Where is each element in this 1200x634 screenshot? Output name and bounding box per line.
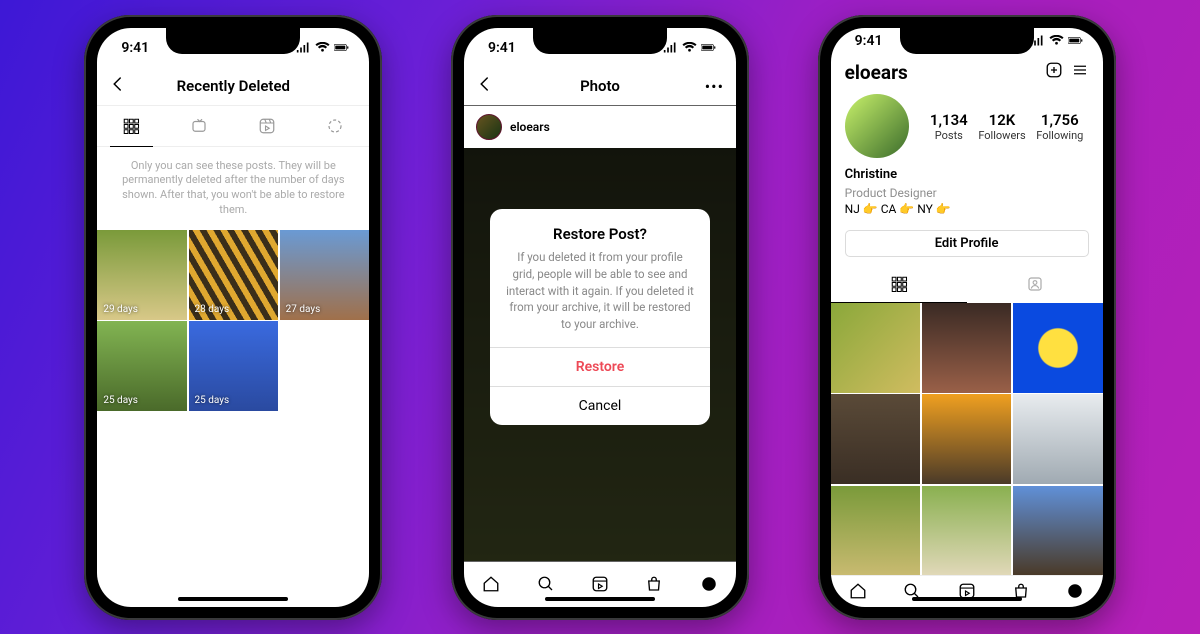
- post-thumb[interactable]: [922, 486, 1012, 576]
- dialog-title: Restore Post?: [490, 209, 710, 249]
- bio-title: Product Designer: [845, 185, 1089, 202]
- battery-icon: [1068, 35, 1083, 46]
- deleted-thumb[interactable]: 28 days: [189, 230, 279, 320]
- status-time: 9:41: [121, 40, 149, 56]
- stat-following[interactable]: 1,756Following: [1036, 111, 1083, 142]
- tab-shop[interactable]: [994, 576, 1048, 606]
- deleted-thumb[interactable]: 27 days: [280, 230, 370, 320]
- restore-button[interactable]: Restore: [490, 347, 710, 386]
- profile-stats-row: 1,134Posts 12KFollowers 1,756Following: [831, 88, 1103, 166]
- menu-button[interactable]: [1071, 60, 1089, 84]
- screen: 9:41 Photo ••• eloears: [464, 28, 736, 607]
- days-remaining: 29 days: [103, 304, 138, 315]
- home-indicator[interactable]: [178, 597, 288, 601]
- profile-avatar[interactable]: [845, 94, 909, 158]
- profile-bio: Christine Product Designer NJ 👉 CA 👉 NY …: [831, 166, 1103, 226]
- days-remaining: 27 days: [286, 304, 321, 315]
- back-button[interactable]: [109, 74, 127, 98]
- post-thumb[interactable]: [1013, 303, 1103, 393]
- notch: [533, 28, 667, 54]
- tab-grid[interactable]: [97, 106, 165, 146]
- notch: [166, 28, 300, 54]
- stats: 1,134Posts 12KFollowers 1,756Following: [925, 111, 1089, 142]
- tab-tagged[interactable]: [967, 265, 1103, 303]
- screen: 9:41 eloears 1,134Posts 12KFollowers 1,7…: [831, 28, 1103, 607]
- info-text: Only you can see these posts. They will …: [97, 147, 369, 230]
- post-thumb[interactable]: [831, 303, 921, 393]
- deleted-thumb[interactable]: 29 days: [97, 230, 187, 320]
- wifi-icon: [315, 42, 330, 53]
- phone-profile: 9:41 eloears 1,134Posts 12KFollowers 1,7…: [818, 15, 1116, 620]
- nav-bar: Recently Deleted: [97, 68, 369, 106]
- notch: [900, 28, 1034, 54]
- tab-stories[interactable]: [301, 106, 369, 146]
- phone-recently-deleted: 9:41 Recently Deleted Only you can see t…: [84, 15, 382, 620]
- deleted-thumb[interactable]: 25 days: [189, 321, 279, 411]
- bio-name: Christine: [845, 166, 1089, 184]
- new-post-button[interactable]: [1045, 60, 1063, 84]
- wifi-icon: [1049, 35, 1064, 46]
- deleted-grid: 29 days 28 days 27 days 25 days 25 days: [97, 230, 369, 411]
- stat-posts[interactable]: 1,134Posts: [930, 111, 968, 142]
- cancel-button[interactable]: Cancel: [490, 386, 710, 425]
- profile-username[interactable]: eloears: [845, 61, 1037, 84]
- dialog-body: If you deleted it from your profile grid…: [490, 249, 710, 346]
- days-remaining: 25 days: [103, 395, 138, 406]
- post-thumb[interactable]: [1013, 394, 1103, 484]
- tab-home[interactable]: [831, 576, 885, 606]
- tab-search[interactable]: [885, 576, 939, 606]
- screen: 9:41 Recently Deleted Only you can see t…: [97, 28, 369, 607]
- battery-icon: [334, 42, 349, 53]
- stat-followers[interactable]: 12KFollowers: [978, 111, 1025, 142]
- bio-location: NJ 👉 CA 👉 NY 👉: [845, 201, 1089, 218]
- tab-igtv[interactable]: [165, 106, 233, 146]
- nav-title: Recently Deleted: [177, 77, 290, 95]
- status-indicators: [296, 42, 349, 53]
- days-remaining: 28 days: [195, 304, 230, 315]
- dialog-overlay: Restore Post? If you deleted it from you…: [464, 28, 736, 607]
- content-type-tabs: [97, 106, 369, 147]
- profile-grid: [831, 303, 1103, 575]
- profile-header-row: eloears: [831, 54, 1103, 88]
- post-thumb[interactable]: [1013, 486, 1103, 576]
- profile-tabs: [831, 265, 1103, 303]
- tab-posts[interactable]: [831, 265, 967, 303]
- restore-dialog: Restore Post? If you deleted it from you…: [490, 209, 710, 424]
- status-indicators: [1030, 35, 1083, 46]
- post-thumb[interactable]: [922, 394, 1012, 484]
- tab-reels[interactable]: [939, 576, 993, 606]
- tab-bar: [831, 575, 1103, 606]
- days-remaining: 25 days: [195, 395, 230, 406]
- post-thumb[interactable]: [831, 394, 921, 484]
- tab-reels[interactable]: [233, 106, 301, 146]
- edit-profile-button[interactable]: Edit Profile: [845, 230, 1089, 257]
- home-indicator[interactable]: [912, 597, 1022, 601]
- post-thumb[interactable]: [831, 486, 921, 576]
- post-thumb[interactable]: [922, 303, 1012, 393]
- tab-profile[interactable]: [1048, 576, 1102, 606]
- status-time: 9:41: [855, 33, 883, 49]
- deleted-thumb[interactable]: 25 days: [97, 321, 187, 411]
- phone-restore-dialog: 9:41 Photo ••• eloears: [451, 15, 749, 620]
